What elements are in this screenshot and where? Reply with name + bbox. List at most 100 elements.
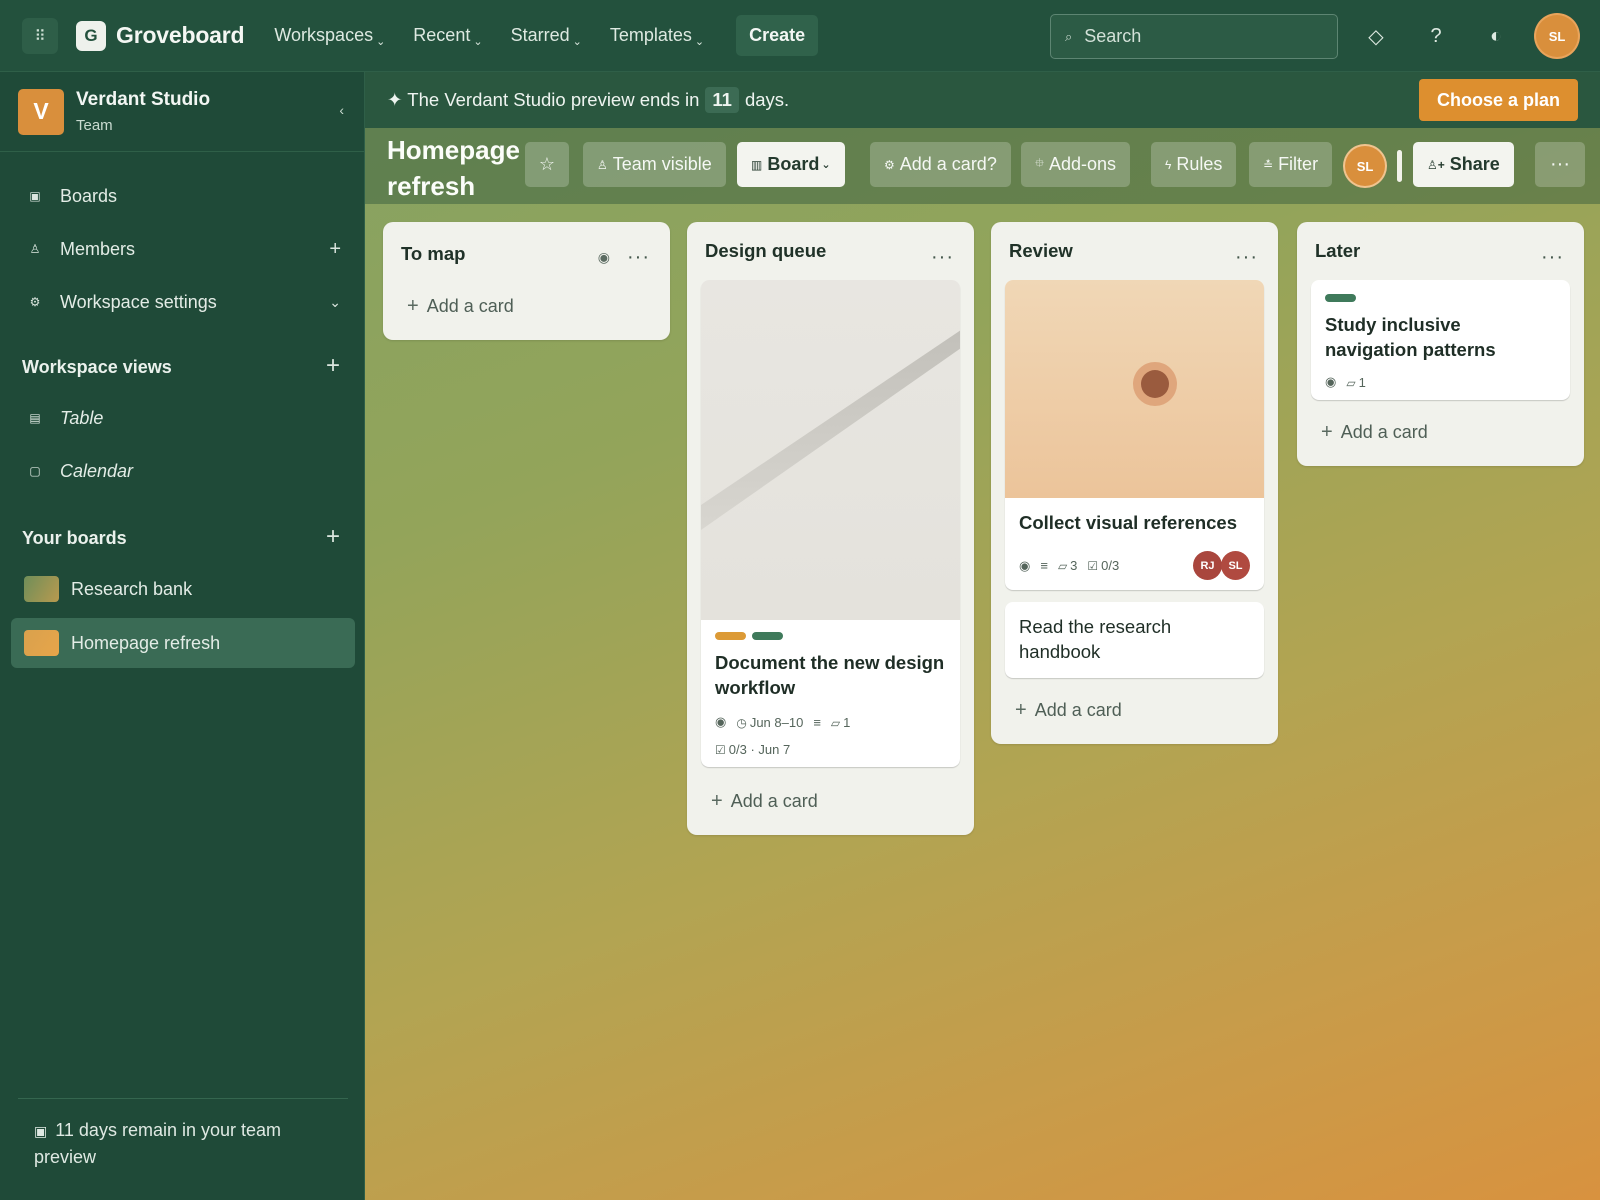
list-menu-icon[interactable]: ··· <box>931 246 954 269</box>
card-study-inclusive-navigation[interactable]: Study inclusive navigation patterns ◉ ▱ 1 <box>1311 280 1570 400</box>
nav-recent-label: Recent <box>413 25 471 45</box>
workspace-name[interactable]: Verdant Studio <box>76 89 210 111</box>
nav-starred-label: Starred <box>510 25 570 45</box>
nav-templates[interactable]: Templates ⌄ <box>596 15 718 56</box>
filter-button[interactable]: ≛ Filter <box>1249 142 1333 187</box>
add-card-button[interactable]: + Add a card <box>687 781 974 821</box>
share-button[interactable]: ♙+ Share <box>1413 142 1514 187</box>
nav-workspaces[interactable]: Workspaces ⌄ <box>260 15 399 56</box>
grid-icon[interactable]: ⠿ <box>22 17 58 54</box>
add-view-icon[interactable]: + <box>326 352 340 380</box>
sidebar-item-calendar[interactable]: ▢ Calendar <box>0 449 365 493</box>
add-card-label: Add a card <box>1340 421 1428 442</box>
addons-button[interactable]: ⯐ Add-ons <box>1021 142 1131 187</box>
nav-workspaces-label: Workspaces <box>274 25 374 45</box>
user-avatar[interactable]: SL <box>1536 15 1578 57</box>
add-card-prompt-button[interactable]: ⚙ Add a card? <box>870 142 1011 187</box>
collapse-sidebar-icon[interactable]: ‹ <box>339 102 344 118</box>
list-to-map: To map ◉ ··· + Add a card <box>383 222 670 340</box>
person-icon: ♙ <box>597 157 608 172</box>
add-card-button[interactable]: + Add a card <box>991 690 1278 730</box>
card-cover-image <box>1005 280 1264 498</box>
list-menu-icon[interactable]: ··· <box>1235 246 1258 269</box>
add-member-icon[interactable]: + <box>329 238 341 261</box>
card-member-avatar[interactable]: RJ <box>1193 551 1222 580</box>
notifications-icon[interactable]: ◇ <box>1360 20 1392 52</box>
main-nav: Workspaces ⌄ Recent ⌄ Starred ⌄ Templates ⌄ <box>260 15 718 56</box>
card-read-research-handbook[interactable]: Read the research handbook <box>1005 602 1264 678</box>
workspace-badge: V <box>18 88 64 135</box>
plus-icon: + <box>1015 698 1027 721</box>
add-card-button[interactable]: + Add a card <box>383 286 670 326</box>
your-boards-heading: Your boards <box>22 528 127 548</box>
view-switcher-button[interactable]: ▥ Board ⌄ <box>737 142 845 187</box>
add-card-prompt-label: Add a card? <box>899 154 997 174</box>
theme-toggle-icon[interactable]: ◐ <box>1480 20 1512 52</box>
search-icon: ⌕ <box>1065 28 1073 44</box>
checklist-icon: ☑ <box>1087 559 1099 573</box>
due-date-value: Jun 8–10 <box>749 714 804 730</box>
help-icon[interactable]: ? <box>1420 20 1452 52</box>
attachments-count: 3 <box>1070 558 1078 573</box>
sidebar-item-workspace-settings[interactable]: ⚙ Workspace settings ⌄ <box>0 280 365 324</box>
filter-label: Filter <box>1278 154 1319 174</box>
add-card-label: Add a card <box>1034 699 1122 720</box>
board-icon: ▣ <box>34 1123 48 1139</box>
rules-button[interactable]: ϟ Rules <box>1151 142 1237 187</box>
visibility-button[interactable]: ♙ Team visible <box>583 142 726 187</box>
board-member-avatar[interactable]: SL <box>1345 146 1385 186</box>
addons-label: Add-ons <box>1049 154 1117 174</box>
list-title[interactable]: Review <box>1009 240 1073 262</box>
chevron-down-icon[interactable]: ⌄ <box>329 294 341 311</box>
watch-icon[interactable]: ◉ <box>598 249 610 266</box>
label-orange <box>715 632 746 640</box>
sidebar: V Verdant Studio Team ‹ ▣ Boards ♙ Membe… <box>0 72 365 1200</box>
sidebar-item-table[interactable]: ▤ Table <box>0 396 365 440</box>
checklist: ☑ 0/3 <box>1087 558 1119 573</box>
list-menu-icon[interactable]: ··· <box>1541 246 1564 269</box>
description-icon: ≡ <box>1040 558 1048 573</box>
create-button[interactable]: Create <box>736 15 819 56</box>
list-title[interactable]: Later <box>1315 240 1360 262</box>
card-collect-visual-references[interactable]: Collect visual references ◉ ≡ ▱ 3 ☑ 0/3 RJ… <box>1005 280 1264 590</box>
chevron-down-icon: ⌄ <box>376 36 386 48</box>
label-green <box>1325 294 1356 302</box>
person-add-icon: ♙+ <box>1427 157 1445 172</box>
sidebar-item-members[interactable]: ♙ Members + <box>0 227 365 271</box>
list-title[interactable]: To map <box>401 243 465 265</box>
label-green <box>752 632 783 640</box>
visibility-label: Team visible <box>612 154 712 174</box>
search-box[interactable]: ⌕ <box>1050 14 1338 59</box>
sidebar-board-research-bank[interactable]: Research bank <box>11 564 355 614</box>
filter-icon: ≛ <box>1263 157 1274 172</box>
trial-notice: ▣ 11 days remain in your team preview <box>18 1098 348 1170</box>
description-icon: ≡ <box>813 714 821 730</box>
attachments: ▱ 1 <box>1346 375 1365 390</box>
nav-starred[interactable]: Starred ⌄ <box>497 15 596 56</box>
star-board-icon[interactable]: ☆ <box>525 142 569 187</box>
workspace-type: Team <box>76 117 113 134</box>
list-title[interactable]: Design queue <box>705 240 826 262</box>
trial-notice-text: 11 days remain in your team preview <box>34 1120 282 1167</box>
choose-plan-button[interactable]: Choose a plan <box>1418 79 1578 121</box>
card-member-avatar[interactable]: SL <box>1221 551 1250 580</box>
add-card-button[interactable]: + Add a card <box>1297 412 1584 452</box>
card-title: Study inclusive navigation patterns <box>1325 314 1496 360</box>
plus-icon: + <box>407 294 419 317</box>
sidebar-item-label: Boards <box>60 185 118 206</box>
add-board-icon[interactable]: + <box>326 523 340 551</box>
board-menu-icon[interactable]: ··· <box>1535 142 1585 187</box>
list-review: Review ··· Collect visual references ◉ ≡… <box>991 222 1278 744</box>
sidebar-item-boards[interactable]: ▣ Boards <box>0 174 365 218</box>
app-logo[interactable]: G Groveboard <box>76 20 245 51</box>
chevron-down-icon: ⌄ <box>694 36 705 48</box>
nav-recent[interactable]: Recent ⌄ <box>399 15 496 56</box>
board-label: Research bank <box>71 578 193 599</box>
puzzle-icon: ⯐ <box>1035 156 1045 170</box>
card-document-design-workflow[interactable]: Document the new design workflow ◉ ◷ Jun … <box>701 280 960 767</box>
board-title[interactable]: Homepage refresh <box>387 132 527 204</box>
add-card-label: Add a card <box>730 790 818 811</box>
search-input[interactable] <box>1084 26 1315 47</box>
list-menu-icon[interactable]: ··· <box>627 246 650 269</box>
sidebar-board-homepage-refresh[interactable]: Homepage refresh <box>11 618 355 668</box>
